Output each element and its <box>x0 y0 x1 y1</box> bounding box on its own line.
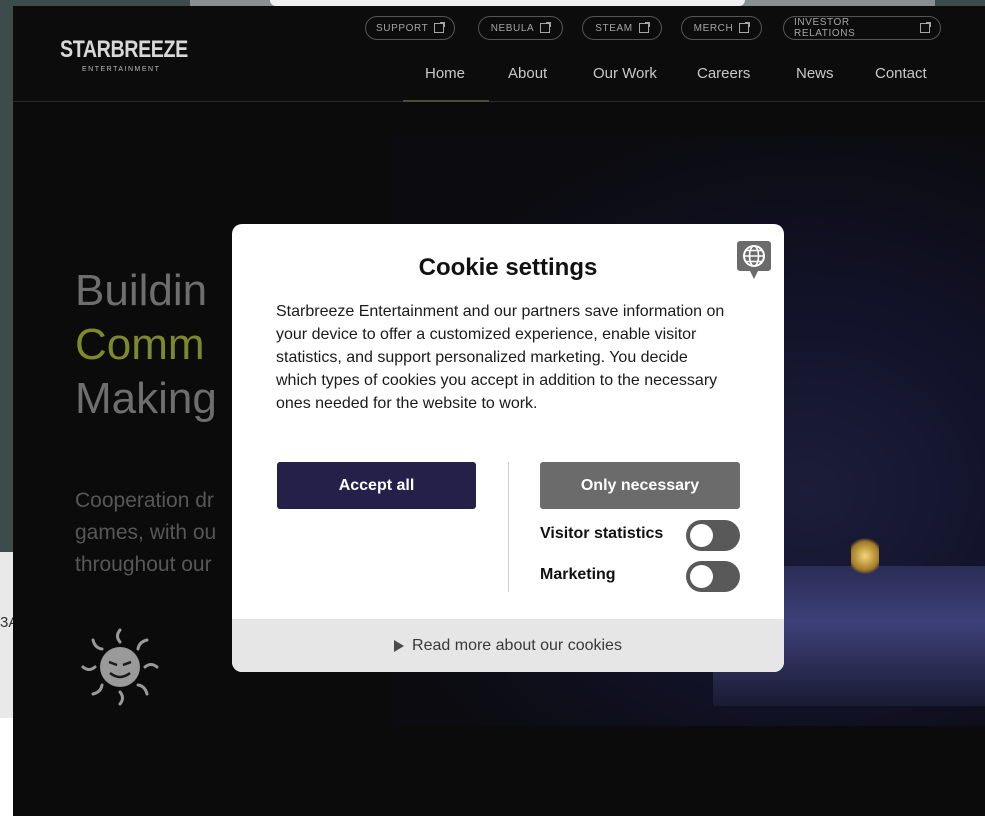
accept-all-button[interactable]: Accept all <box>277 462 476 509</box>
nav-about[interactable]: About <box>508 65 547 82</box>
nav-contact[interactable]: Contact <box>875 65 927 82</box>
button-divider <box>508 462 509 592</box>
external-link-icon <box>739 22 751 33</box>
toggle-knob <box>690 565 713 588</box>
hero-subtitle-line: throughout our <box>75 553 212 576</box>
external-link-icon <box>540 22 552 33</box>
marketing-toggle[interactable] <box>686 561 740 592</box>
nav-our-work[interactable]: Our Work <box>593 65 657 82</box>
ext-link-steam[interactable]: STEAM <box>582 16 662 40</box>
hero-title-line: Making <box>75 374 217 423</box>
read-more-cookies-link[interactable]: Read more about our cookies <box>232 619 784 672</box>
nav-careers[interactable]: Careers <box>697 65 750 82</box>
nav-home[interactable]: Home <box>425 65 465 82</box>
toggle-knob <box>690 524 713 547</box>
read-more-label: Read more about our cookies <box>412 636 622 654</box>
cookie-dialog-title: Cookie settings <box>418 254 598 281</box>
external-link-icon <box>638 22 650 33</box>
hero-title: Buildin Comm Making <box>75 264 217 426</box>
logo-subtitle: ENTERTAINMENT <box>82 66 161 73</box>
cookie-settings-dialog: Cookie settings Starbreeze Entertainment… <box>232 224 784 672</box>
ext-link-label: SUPPORT <box>376 22 429 34</box>
nav-active-indicator <box>403 100 489 102</box>
ext-link-label: INVESTOR RELATIONS <box>794 17 856 39</box>
ext-link-merch[interactable]: MERCH <box>681 16 762 40</box>
play-triangle-icon <box>394 639 405 652</box>
globe-icon[interactable] <box>736 237 772 281</box>
external-link-icon <box>920 22 931 33</box>
ext-link-nebula[interactable]: NEBULA <box>478 16 563 40</box>
starbreeze-logo[interactable]: STARBREEZE <box>60 36 188 64</box>
ext-link-support[interactable]: SUPPORT <box>365 16 455 40</box>
cookie-dialog-body: Starbreeze Entertainment and our partner… <box>276 303 725 412</box>
site-header: STARBREEZE ENTERTAINMENT SUPPORT NEBULA … <box>13 6 985 102</box>
ext-link-label: NEBULA <box>490 22 535 34</box>
nav-news[interactable]: News <box>796 65 834 82</box>
marketing-label: Marketing <box>540 566 616 583</box>
visitor-statistics-toggle[interactable] <box>686 520 740 551</box>
hero-title-line-accent: Comm <box>75 320 205 369</box>
hero-subtitle-line: games, with ou <box>75 521 217 544</box>
hero-title-line: Buildin <box>75 266 208 315</box>
only-necessary-button[interactable]: Only necessary <box>540 462 740 509</box>
ext-link-label: MERCH <box>693 22 734 34</box>
hero-subtitle: Cooperation dr games, with ou throughout… <box>75 485 216 581</box>
hero-subtitle-line: Cooperation dr <box>75 489 214 512</box>
sun-mascot-icon <box>81 628 159 706</box>
external-link-icon <box>434 22 445 33</box>
visitor-statistics-label: Visitor statistics <box>540 525 664 542</box>
ext-link-investor-relations[interactable]: INVESTOR RELATIONS <box>783 16 941 40</box>
lantern-glow <box>851 534 879 578</box>
ext-link-label: STEAM <box>595 22 633 34</box>
